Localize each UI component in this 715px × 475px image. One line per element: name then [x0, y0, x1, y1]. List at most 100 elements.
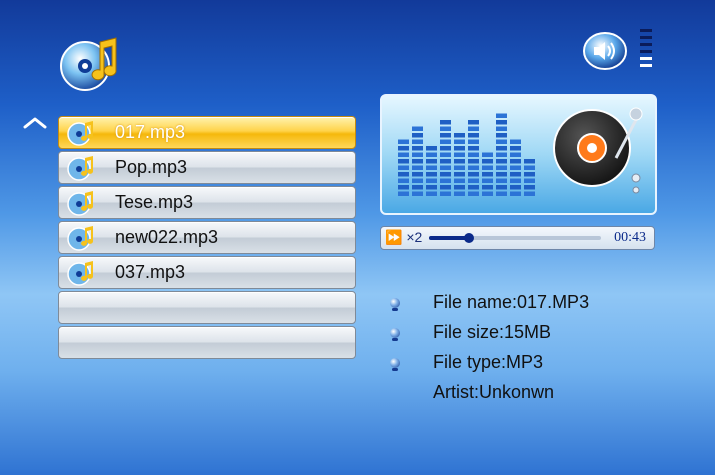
- equalizer-segment: [412, 126, 423, 131]
- equalizer-segment: [482, 165, 493, 170]
- equalizer-segment: [468, 152, 479, 157]
- volume-bar: [640, 57, 652, 60]
- file-info-text: File type:MP3: [433, 352, 544, 372]
- equalizer-segment: [426, 165, 437, 170]
- equalizer-segment: [496, 126, 507, 131]
- playlist-item[interactable]: [58, 291, 356, 324]
- equalizer-segment: [454, 178, 465, 183]
- equalizer-segment: [398, 172, 409, 177]
- equalizer-segment: [426, 159, 437, 164]
- equalizer-segment: [398, 178, 409, 183]
- equalizer-segment: [426, 191, 437, 196]
- equalizer-segment: [426, 178, 437, 183]
- equalizer-segment: [496, 146, 507, 151]
- equalizer-segment: [440, 146, 451, 151]
- playlist-item[interactable]: 037.mp3: [58, 256, 356, 289]
- equalizer-segment: [468, 178, 479, 183]
- equalizer-segment: [510, 139, 521, 144]
- equalizer-segment: [510, 165, 521, 170]
- file-info-text: File size:15MB: [433, 322, 552, 342]
- playlist-item-label: 017.mp3: [115, 122, 186, 142]
- equalizer-segment: [510, 172, 521, 177]
- equalizer-segment: [524, 159, 535, 164]
- playlist-item-label: 037.mp3: [115, 262, 186, 282]
- info-bullet-icon: [390, 298, 400, 311]
- file-info-text: File name:017.MP3: [433, 292, 590, 312]
- equalizer-segment: [496, 185, 507, 190]
- equalizer-segment: [454, 172, 465, 177]
- equalizer-segment: [398, 191, 409, 196]
- equalizer-segment: [496, 178, 507, 183]
- playlist-item[interactable]: Pop.mp3: [58, 151, 356, 184]
- equalizer-segment: [496, 120, 507, 125]
- equalizer-segment: [412, 185, 423, 190]
- equalizer-segment: [398, 139, 409, 144]
- equalizer-segment: [468, 146, 479, 151]
- equalizer-segment: [454, 146, 465, 151]
- equalizer-segment: [426, 146, 437, 151]
- equalizer-segment: [440, 120, 451, 125]
- equalizer-segment: [398, 159, 409, 164]
- equalizer-segment: [412, 172, 423, 177]
- equalizer-segment: [454, 133, 465, 138]
- equalizer-segment: [454, 159, 465, 164]
- progress-fill: [429, 236, 469, 240]
- equalizer-segment: [496, 165, 507, 170]
- equalizer-segment: [524, 165, 535, 170]
- equalizer-segment: [496, 191, 507, 196]
- equalizer-segment: [398, 185, 409, 190]
- equalizer-segment: [426, 172, 437, 177]
- equalizer-segment: [454, 185, 465, 190]
- progress-track[interactable]: [429, 233, 601, 243]
- music-file-icon: [67, 120, 95, 146]
- music-file-icon: [67, 190, 95, 216]
- playback-speed: ⏩ ×2: [385, 229, 423, 245]
- volume-bar: [640, 43, 652, 46]
- equalizer-segment: [496, 159, 507, 164]
- equalizer-segment: [440, 178, 451, 183]
- equalizer-segment: [412, 139, 423, 144]
- elapsed-time: 00:43: [614, 230, 646, 245]
- equalizer-segment: [454, 139, 465, 144]
- volume-bar: [640, 64, 652, 67]
- equalizer-segment: [440, 126, 451, 131]
- vinyl-disc-icon: [553, 107, 643, 194]
- file-info-line: File type:MP3: [386, 352, 686, 380]
- scroll-up-icon[interactable]: [22, 116, 48, 130]
- equalizer-segment: [496, 152, 507, 157]
- playlist-item[interactable]: new022.mp3: [58, 221, 356, 254]
- equalizer-segment: [468, 139, 479, 144]
- equalizer-segment: [510, 191, 521, 196]
- equalizer-segment: [440, 185, 451, 190]
- equalizer-segment: [496, 113, 507, 118]
- equalizer-segment: [440, 152, 451, 157]
- equalizer-segment: [468, 133, 479, 138]
- equalizer-segment: [454, 152, 465, 157]
- equalizer-segment: [412, 165, 423, 170]
- info-bullet-icon: [390, 328, 400, 341]
- equalizer-segment: [468, 172, 479, 177]
- equalizer-segment: [412, 159, 423, 164]
- equalizer-segment: [468, 191, 479, 196]
- equalizer-segment: [426, 152, 437, 157]
- volume-bar: [640, 29, 652, 32]
- equalizer-segment: [496, 133, 507, 138]
- progress-handle[interactable]: [463, 233, 474, 243]
- playlist-item-label: new022.mp3: [115, 227, 219, 247]
- equalizer-segment: [426, 185, 437, 190]
- equalizer-segment: [468, 185, 479, 190]
- playback-progress[interactable]: ⏩ ×2 00:43: [380, 226, 655, 250]
- music-file-icon: [67, 225, 95, 251]
- playlist-item[interactable]: Tese.mp3: [58, 186, 356, 219]
- equalizer-segment: [482, 172, 493, 177]
- volume-bar: [640, 36, 652, 39]
- equalizer-segment: [468, 159, 479, 164]
- equalizer-segment: [440, 159, 451, 164]
- playlist-item[interactable]: 017.mp3: [58, 116, 356, 149]
- playlist-item[interactable]: [58, 326, 356, 359]
- speaker-icon[interactable]: [582, 31, 628, 71]
- music-file-icon: [67, 155, 95, 181]
- equalizer-segment: [468, 120, 479, 125]
- equalizer-segment: [482, 191, 493, 196]
- equalizer-segment: [440, 133, 451, 138]
